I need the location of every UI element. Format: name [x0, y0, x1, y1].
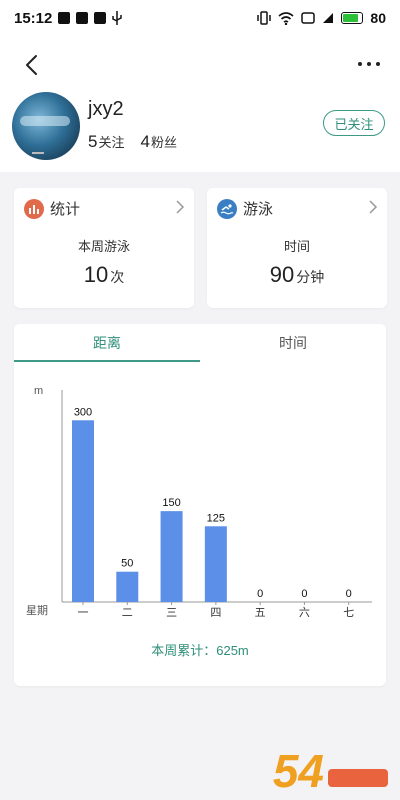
- media-icon: [58, 12, 71, 24]
- bar-value-label-3: 125: [207, 512, 225, 524]
- battery-level: 80: [370, 10, 386, 26]
- back-arrow-icon[interactable]: [18, 50, 48, 80]
- weekly-total: 本周累计：625m: [151, 643, 249, 658]
- followers-stat[interactable]: 4粉丝: [140, 132, 176, 152]
- weekly-swim-unit: 次: [110, 269, 125, 285]
- bar-value-label-4: 0: [257, 588, 263, 600]
- chevron-right-icon: [369, 200, 378, 214]
- x-tick-label-0: 一: [78, 606, 89, 619]
- swimmer-icon: [217, 198, 237, 219]
- swim-time-value: 90: [269, 262, 295, 287]
- stats-card-title: 统计: [50, 201, 81, 218]
- site-watermark-logo: 54: [273, 748, 392, 794]
- following-label: 关注: [98, 135, 125, 150]
- watermark-logo-mark: [328, 767, 392, 794]
- x-tick-label-1: 二: [122, 606, 133, 619]
- stats-card-value: 10 次: [14, 262, 194, 288]
- avatar[interactable]: [12, 92, 80, 160]
- x-tick-label-3: 四: [210, 606, 221, 619]
- weekly-chart-card: 距离 时间 m 星期 300 一 50 二 150 三 125 四 0 五 0 六 0 七 本周累计：625m: [14, 324, 386, 686]
- tab-time[interactable]: 时间: [200, 324, 386, 362]
- notification-icon: [76, 12, 89, 24]
- weekly-swim-count: 10: [83, 262, 109, 287]
- cast-icon: [301, 12, 316, 24]
- tab-distance[interactable]: 距离: [14, 324, 200, 362]
- chevron-right-icon: [176, 200, 185, 214]
- battery-icon: [341, 12, 364, 24]
- wifi-icon: [278, 11, 294, 25]
- follow-status-button[interactable]: 已关注: [323, 110, 385, 136]
- data-sync-icon: [323, 13, 334, 23]
- vibrate-icon: [257, 11, 272, 25]
- bar-value-label-2: 150: [162, 497, 180, 509]
- stats-bars-icon: [24, 198, 44, 219]
- profile-stats: 5关注 4粉丝: [88, 132, 177, 152]
- distance-bar-chart: m 星期 300 一 50 二 150 三 125 四 0 五 0 六 0 七: [26, 385, 372, 619]
- swim-card-value: 90 分钟: [207, 262, 387, 288]
- usb-icon: [112, 11, 123, 25]
- username: jxy2: [88, 98, 124, 120]
- x-tick-label-2: 三: [166, 606, 177, 619]
- avatar-divider: [32, 152, 44, 154]
- status-time: 15:12: [14, 9, 53, 27]
- bar-1: [116, 571, 139, 602]
- x-tick-label-5: 六: [299, 606, 310, 619]
- stats-card-subtitle: 本周游泳: [77, 239, 130, 254]
- bar-3: [204, 526, 227, 602]
- followers-label: 粉丝: [150, 135, 177, 150]
- status-bar: 15:12 80: [0, 0, 400, 36]
- more-options-icon[interactable]: [354, 54, 384, 74]
- bar-value-label-5: 0: [301, 588, 307, 600]
- android-icon: [94, 12, 107, 24]
- x-tick-label-6: 七: [343, 606, 354, 619]
- following-count: 5: [88, 132, 98, 151]
- swim-card[interactable]: 游泳 时间 90 分钟: [207, 188, 387, 308]
- bar-2: [160, 511, 183, 602]
- bar-value-label-6: 0: [346, 588, 352, 600]
- watermark-number: 54: [272, 745, 324, 797]
- swim-card-title: 游泳: [243, 201, 274, 218]
- x-axis-label: 星期: [26, 604, 48, 617]
- profile-header: jxy2 5关注 4粉丝 已关注: [0, 36, 400, 172]
- swim-time-unit: 分钟: [296, 269, 325, 285]
- following-stat[interactable]: 5关注: [88, 132, 124, 152]
- x-tick-label-4: 五: [255, 606, 266, 619]
- bar-value-label-1: 50: [121, 558, 133, 570]
- bar-value-label-0: 300: [74, 406, 92, 418]
- stats-card[interactable]: 统计 本周游泳 10 次: [14, 188, 194, 308]
- chart-tabs: 距离 时间: [14, 324, 386, 362]
- swim-card-subtitle: 时间: [283, 239, 310, 254]
- bar-0: [72, 420, 94, 602]
- followers-count: 4: [140, 132, 150, 151]
- y-axis-label: m: [34, 385, 43, 397]
